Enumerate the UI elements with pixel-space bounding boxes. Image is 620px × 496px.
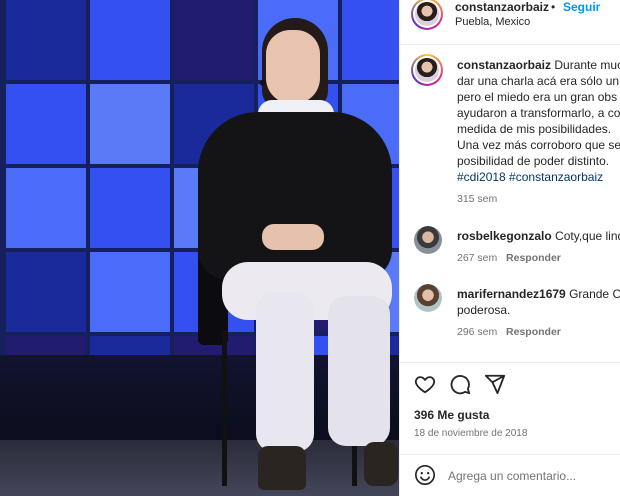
author-username[interactable]: constanzaorbaiz — [455, 0, 549, 14]
speaker-face — [266, 30, 320, 104]
caption-line-1: Durante mucho — [554, 58, 620, 72]
caption-line-3: pero el miedo era un gran obs — [457, 90, 618, 104]
black-sweater — [198, 112, 392, 280]
follow-button[interactable]: Seguir — [563, 0, 600, 14]
commenter-avatar[interactable] — [414, 284, 442, 312]
caption-avatar[interactable] — [411, 54, 443, 86]
comment-text-line-2: poderosa. — [457, 303, 511, 317]
comment-box-divider — [400, 454, 620, 455]
comment-time: 296 sem — [457, 326, 498, 338]
comment-time: 267 sem — [457, 252, 498, 264]
caption-line-7: posibilidad de poder distinto. — [457, 154, 610, 168]
comment-text: Coty,que lind — [555, 229, 620, 243]
speaker-figure — [0, 0, 399, 496]
caption-line-4: ayudaron a transformarlo, a co — [457, 106, 620, 120]
caption-line-6: Una vez más corroboro que se — [457, 138, 620, 152]
comment-item: rosbelkegonzalo Coty,que lind 267 sem Re… — [457, 228, 620, 266]
headset-mic — [260, 80, 266, 86]
post-location[interactable]: Puebla, Mexico — [455, 16, 530, 28]
caption-username[interactable]: constanzaorbaiz — [457, 58, 551, 72]
separator-dot: • — [551, 0, 556, 14]
post-photo[interactable] — [0, 0, 399, 496]
speaker-hands — [262, 224, 324, 250]
comment-username[interactable]: marifernandez1679 — [457, 287, 566, 301]
caption-time: 315 sem — [457, 193, 498, 205]
heart-icon[interactable] — [414, 373, 436, 395]
reply-button[interactable]: Responder — [506, 252, 561, 264]
comment-username[interactable]: rosbelkegonzalo — [457, 229, 552, 243]
post-caption: constanzaorbaiz Durante mucho dar una ch… — [457, 57, 620, 207]
reply-button[interactable]: Responder — [506, 326, 561, 338]
caption-line-2: dar una charla acá era sólo un — [457, 74, 620, 88]
comment-bubble-icon[interactable] — [449, 373, 471, 395]
caption-hashtags[interactable]: #cdi2018 #constanzaorbaiz — [457, 169, 620, 185]
caption-line-5: medida de mis posibilidades. — [457, 122, 612, 136]
comment-input[interactable] — [448, 466, 618, 486]
comment-text: Grande C — [569, 287, 620, 301]
paper-plane-icon[interactable] — [484, 373, 506, 395]
comment-item: marifernandez1679 Grande C poderosa. 296… — [457, 286, 620, 340]
commenter-avatar[interactable] — [414, 226, 442, 254]
header-divider — [400, 44, 620, 45]
smiley-icon[interactable] — [414, 464, 436, 486]
likes-count[interactable]: 396 Me gusta — [414, 408, 489, 422]
actions-divider — [400, 362, 620, 363]
post-date: 18 de noviembre de 2018 — [414, 428, 528, 439]
